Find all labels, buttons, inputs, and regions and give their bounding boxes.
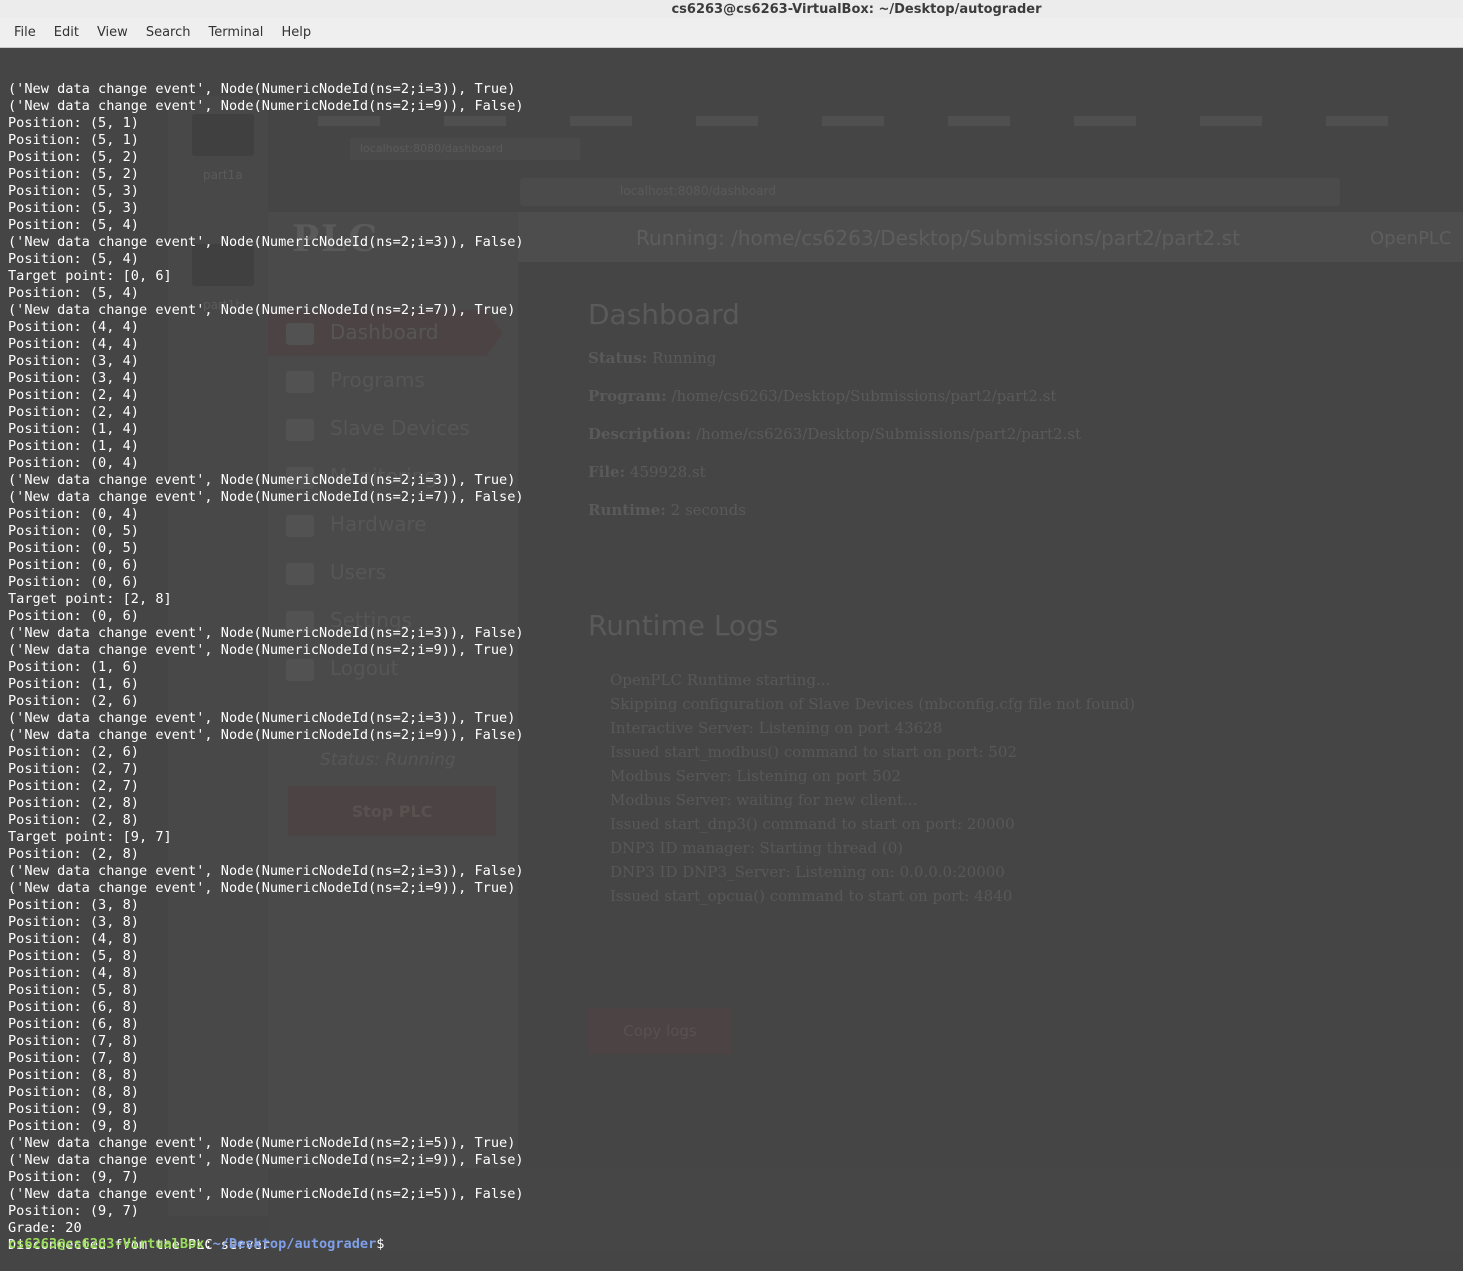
terminal-line: ('New data change event', Node(NumericNo… bbox=[8, 710, 516, 726]
terminal-line: ('New data change event', Node(NumericNo… bbox=[8, 863, 524, 879]
terminal-line: Position: (2, 7) bbox=[8, 761, 139, 777]
terminal-line: Position: (5, 1) bbox=[8, 132, 139, 148]
terminal-line: ('New data change event', Node(NumericNo… bbox=[8, 642, 516, 658]
terminal-line: Position: (5, 2) bbox=[8, 149, 139, 165]
terminal-line: Position: (2, 4) bbox=[8, 404, 139, 420]
terminal-line: ('New data change event', Node(NumericNo… bbox=[8, 302, 516, 318]
menu-terminal[interactable]: Terminal bbox=[200, 21, 271, 44]
terminal-line: Position: (2, 6) bbox=[8, 693, 139, 709]
menu-bar: File Edit View Search Terminal Help bbox=[0, 18, 1463, 48]
terminal-line: ('New data change event', Node(NumericNo… bbox=[8, 489, 524, 505]
terminal-output[interactable]: ('New data change event', Node(NumericNo… bbox=[8, 47, 1458, 1253]
terminal-line: Position: (3, 4) bbox=[8, 353, 139, 369]
terminal-line: ('New data change event', Node(NumericNo… bbox=[8, 1152, 524, 1168]
terminal-line: Position: (5, 1) bbox=[8, 115, 139, 131]
terminal-line: ('New data change event', Node(NumericNo… bbox=[8, 1186, 524, 1202]
terminal-line: Position: (0, 6) bbox=[8, 608, 139, 624]
terminal-line: Position: (1, 6) bbox=[8, 676, 139, 692]
terminal-line: ('New data change event', Node(NumericNo… bbox=[8, 472, 516, 488]
terminal-line: Position: (2, 6) bbox=[8, 744, 139, 760]
terminal-lines: ('New data change event', Node(NumericNo… bbox=[8, 81, 1458, 1254]
terminal-prompt[interactable]: cs6263@cs6263-VirtualBox:~/Desktop/autog… bbox=[8, 1236, 384, 1253]
menu-view[interactable]: View bbox=[89, 21, 136, 44]
terminal-line: Position: (8, 8) bbox=[8, 1084, 139, 1100]
terminal-line: Position: (1, 6) bbox=[8, 659, 139, 675]
terminal-line: Target point: [9, 7] bbox=[8, 829, 172, 845]
menu-search[interactable]: Search bbox=[138, 21, 199, 44]
terminal-line: Position: (9, 8) bbox=[8, 1101, 139, 1117]
terminal-line: Position: (2, 8) bbox=[8, 812, 139, 828]
terminal-line: Position: (7, 8) bbox=[8, 1033, 139, 1049]
terminal-line: Position: (9, 7) bbox=[8, 1203, 139, 1219]
terminal-line: Position: (0, 5) bbox=[8, 523, 139, 539]
terminal-line: Position: (0, 6) bbox=[8, 557, 139, 573]
terminal-line: ('New data change event', Node(NumericNo… bbox=[8, 81, 516, 97]
terminal-line: Position: (0, 5) bbox=[8, 540, 139, 556]
terminal-line: Position: (9, 8) bbox=[8, 1118, 139, 1134]
terminal-line: Position: (5, 8) bbox=[8, 982, 139, 998]
terminal-line: Position: (4, 8) bbox=[8, 965, 139, 981]
terminal-line: Position: (3, 4) bbox=[8, 370, 139, 386]
terminal-line: Position: (6, 8) bbox=[8, 1016, 139, 1032]
terminal-line: Position: (9, 7) bbox=[8, 1169, 139, 1185]
terminal-line: Position: (4, 4) bbox=[8, 336, 139, 352]
terminal-line: Position: (2, 4) bbox=[8, 387, 139, 403]
terminal-line: ('New data change event', Node(NumericNo… bbox=[8, 234, 524, 250]
terminal-line: Target point: [0, 6] bbox=[8, 268, 172, 284]
terminal-line: ('New data change event', Node(NumericNo… bbox=[8, 98, 524, 114]
menu-edit[interactable]: Edit bbox=[46, 21, 87, 44]
terminal-line: Position: (5, 3) bbox=[8, 200, 139, 216]
terminal-line: Position: (5, 4) bbox=[8, 251, 139, 267]
terminal-line: Grade: 20 bbox=[8, 1220, 82, 1236]
terminal-line: Position: (7, 8) bbox=[8, 1050, 139, 1066]
terminal-line: Position: (3, 8) bbox=[8, 897, 139, 913]
terminal-line: ('New data change event', Node(NumericNo… bbox=[8, 727, 524, 743]
menu-help[interactable]: Help bbox=[273, 21, 319, 44]
terminal-line: Target point: [2, 8] bbox=[8, 591, 172, 607]
terminal-line: Position: (5, 2) bbox=[8, 166, 139, 182]
terminal-line: Position: (2, 8) bbox=[8, 846, 139, 862]
menu-file[interactable]: File bbox=[6, 21, 44, 44]
terminal-line: Position: (2, 8) bbox=[8, 795, 139, 811]
terminal-line: Position: (6, 8) bbox=[8, 999, 139, 1015]
window-title: cs6263@cs6263-VirtualBox: ~/Desktop/auto… bbox=[671, 1, 1042, 17]
terminal-line: Position: (5, 4) bbox=[8, 285, 139, 301]
terminal-line: Position: (4, 8) bbox=[8, 931, 139, 947]
terminal-line: ('New data change event', Node(NumericNo… bbox=[8, 880, 516, 896]
terminal-line: Position: (0, 6) bbox=[8, 574, 139, 590]
terminal-line: ('New data change event', Node(NumericNo… bbox=[8, 625, 524, 641]
terminal-line: ('New data change event', Node(NumericNo… bbox=[8, 1135, 516, 1151]
terminal-line: Position: (5, 4) bbox=[8, 217, 139, 233]
terminal-line: Position: (8, 8) bbox=[8, 1067, 139, 1083]
terminal-line: Position: (5, 8) bbox=[8, 948, 139, 964]
terminal-line: Position: (4, 4) bbox=[8, 319, 139, 335]
terminal-line: Position: (3, 8) bbox=[8, 914, 139, 930]
terminal-line: Position: (5, 3) bbox=[8, 183, 139, 199]
terminal-line: Position: (1, 4) bbox=[8, 421, 139, 437]
terminal-line: Position: (1, 4) bbox=[8, 438, 139, 454]
terminal-line: Position: (2, 7) bbox=[8, 778, 139, 794]
terminal-line: Position: (0, 4) bbox=[8, 455, 139, 471]
terminal-line: Position: (0, 4) bbox=[8, 506, 139, 522]
window-titlebar[interactable]: cs6263@cs6263-VirtualBox: ~/Desktop/auto… bbox=[0, 0, 1463, 18]
